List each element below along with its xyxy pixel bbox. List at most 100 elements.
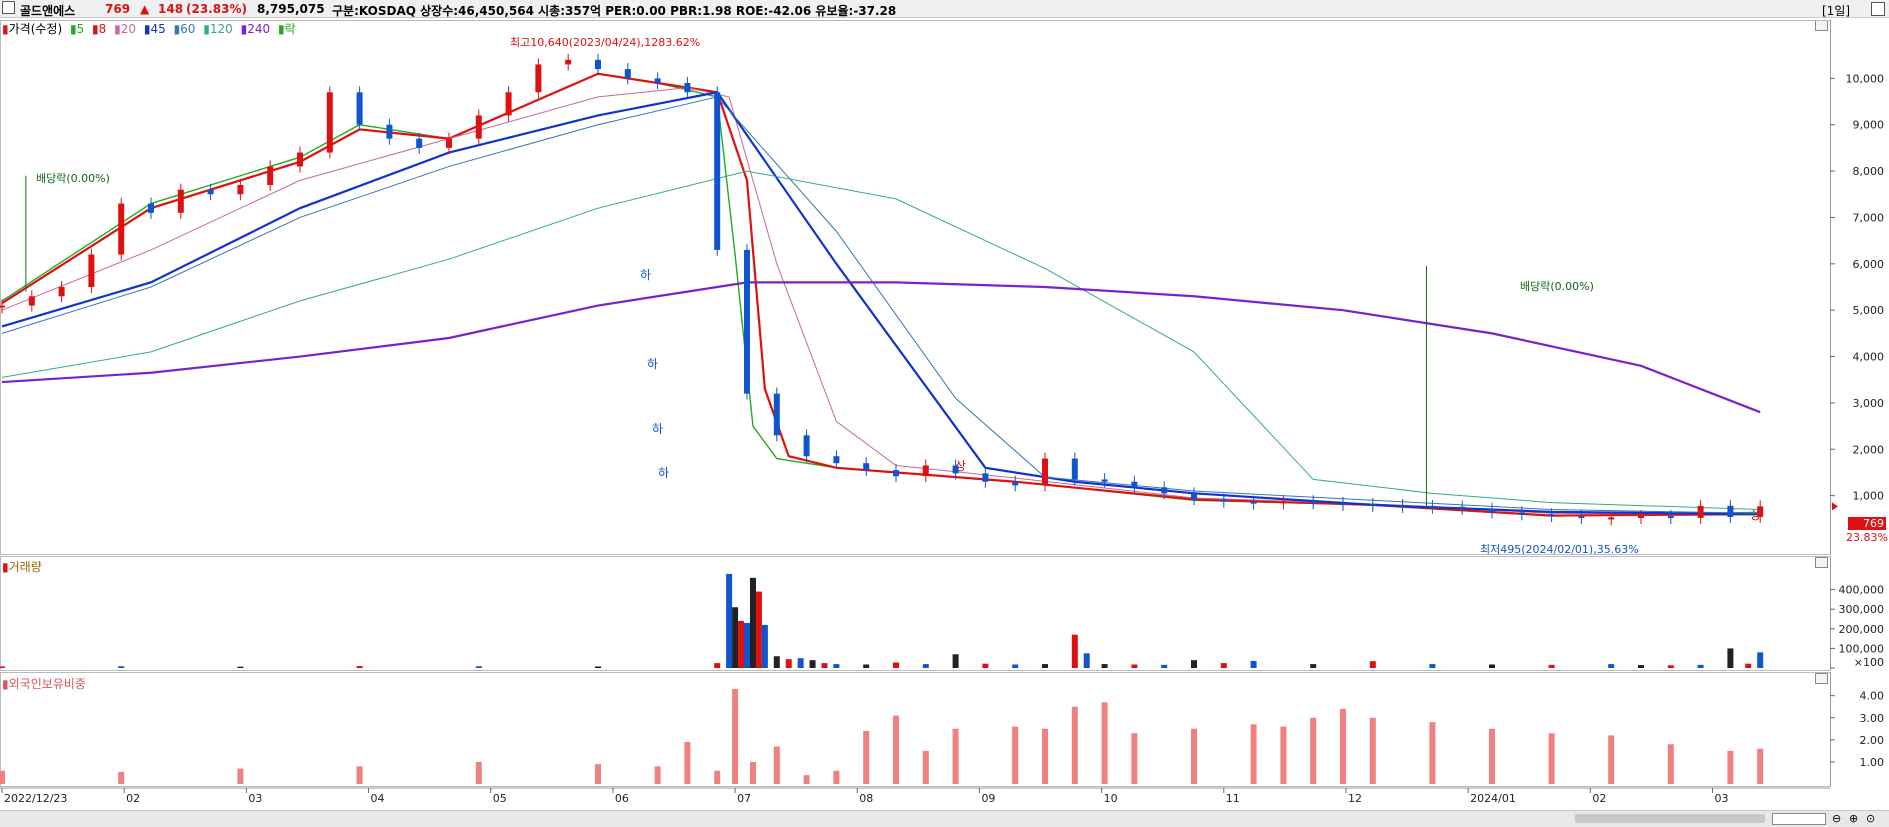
x-tick-label: 03 (248, 792, 262, 805)
candle-body (446, 138, 452, 148)
candle-body (0, 305, 5, 308)
y-tick-label: 5,000 (1853, 304, 1885, 317)
y-tick-label: 400,000 (1839, 584, 1885, 597)
x-tick-label: 04 (371, 792, 385, 805)
foreign-ratio-bar (475, 761, 482, 784)
candle-body (356, 92, 363, 125)
candle-body (952, 465, 959, 474)
volume-bar (732, 607, 739, 668)
candle-body (1608, 517, 1615, 520)
x-tick-label: 10 (1104, 792, 1118, 805)
volume-bar (761, 624, 768, 668)
candle-body (684, 83, 691, 93)
zoom-in-icon[interactable]: ⊕ (1849, 812, 1858, 825)
candle-body (416, 138, 423, 148)
foreign-ratio-bar (118, 771, 125, 784)
x-tick-label: 2024/01 (1470, 792, 1516, 805)
foreign-ratio-bar (1369, 717, 1376, 784)
y-tick-label: 2.00 (1860, 734, 1885, 747)
candle-body (28, 296, 35, 306)
volume-bar (118, 666, 125, 668)
candle-body (326, 92, 333, 153)
y-tick-label: 9,000 (1853, 119, 1885, 132)
x-tick-label: 09 (981, 792, 995, 805)
ma-line-5 (1, 73, 1761, 517)
volume-bar (1310, 664, 1317, 668)
y-tick-label: 200,000 (1839, 623, 1885, 636)
volume-bar (1191, 660, 1197, 668)
y-tick-label: 3,000 (1853, 397, 1885, 410)
foreign-ratio-bar (1042, 728, 1048, 784)
foreign-ratio-bar (1191, 728, 1197, 784)
volume-bar (726, 573, 733, 668)
volume-bar (1369, 661, 1376, 668)
volume-bar (744, 622, 750, 668)
x-tick-label: 02 (1592, 792, 1606, 805)
header-toggle-icon[interactable] (1871, 2, 1885, 16)
candle-body (833, 456, 840, 464)
candle-body (982, 473, 989, 482)
candle-body (297, 152, 303, 167)
candle-body (1280, 501, 1287, 504)
ma-line-60 (1, 96, 1761, 514)
zoom-out-icon[interactable]: ⊖ (1832, 812, 1841, 825)
volume-bar (738, 620, 745, 668)
zoom-slider[interactable] (1772, 813, 1826, 825)
x-tick-label: 02 (126, 792, 140, 805)
volume-bar (821, 663, 828, 668)
volume-bar (982, 663, 989, 668)
candle-body (267, 166, 274, 185)
volume-bar (1608, 664, 1615, 668)
candle-body (1042, 458, 1048, 486)
current-price: 769 (105, 2, 131, 16)
y-tick-label: 6,000 (1853, 258, 1885, 271)
candle-body (148, 203, 154, 213)
foreign-ratio-bar (1608, 735, 1615, 784)
volume-bar (833, 664, 840, 668)
stock-chart[interactable]: 1,000 2,000 3,000 4,000 5,000 6,000 7,000 8,000… (0, 18, 1889, 810)
candle-body (654, 78, 661, 83)
candle-body (207, 189, 214, 195)
candle-body (565, 59, 572, 65)
volume-bar (863, 664, 870, 668)
foreign-ratio-bar (1667, 744, 1674, 784)
x-tick-label: 06 (615, 792, 629, 805)
foreign-ratio-bar (1280, 726, 1287, 784)
candle-body (1727, 505, 1734, 517)
panel-frame (0, 672, 1831, 787)
foreign-ratio-bar (714, 770, 721, 784)
candle-body (744, 249, 750, 394)
x-tick-label: 03 (1715, 792, 1729, 805)
candle-body (505, 92, 512, 116)
foreign-ratio-bar (1757, 748, 1764, 784)
candle-body (1667, 516, 1674, 519)
volume-bar (952, 654, 959, 668)
candle-body (773, 393, 780, 436)
candle-body (237, 185, 244, 195)
volume-bar (595, 666, 601, 668)
volume-bar (1429, 664, 1436, 668)
scrollbar-thumb[interactable] (1575, 814, 1765, 823)
panel-menu-icon[interactable] (2, 1, 15, 14)
foreign-ratio-bar (893, 715, 899, 784)
volume-bar (1042, 664, 1048, 668)
candle-body (863, 463, 870, 471)
candle-body (1697, 505, 1704, 518)
candle-body (1071, 458, 1078, 480)
volume-bar (755, 591, 762, 668)
foreign-ratio-bar (654, 766, 661, 784)
last-price-arrow (1832, 502, 1838, 511)
foreign-ratio-bar (237, 768, 244, 784)
candle-body (1638, 516, 1644, 519)
x-tick-label: 11 (1226, 792, 1240, 805)
period-selector[interactable]: [1일] (1822, 2, 1850, 19)
zoom-reset-icon[interactable]: ⊙ (1866, 812, 1875, 825)
candle-body (535, 64, 542, 93)
foreign-ratio-bar (863, 731, 870, 784)
price-change: 148 (158, 2, 184, 16)
horizontal-scrollbar[interactable]: ⊖ ⊕ ⊙ (0, 810, 1889, 827)
volume-bar (1250, 660, 1257, 668)
trade-volume: 8,795,075 (257, 2, 325, 16)
y-tick-label: 2,000 (1853, 443, 1885, 456)
volume-bar (356, 666, 363, 668)
